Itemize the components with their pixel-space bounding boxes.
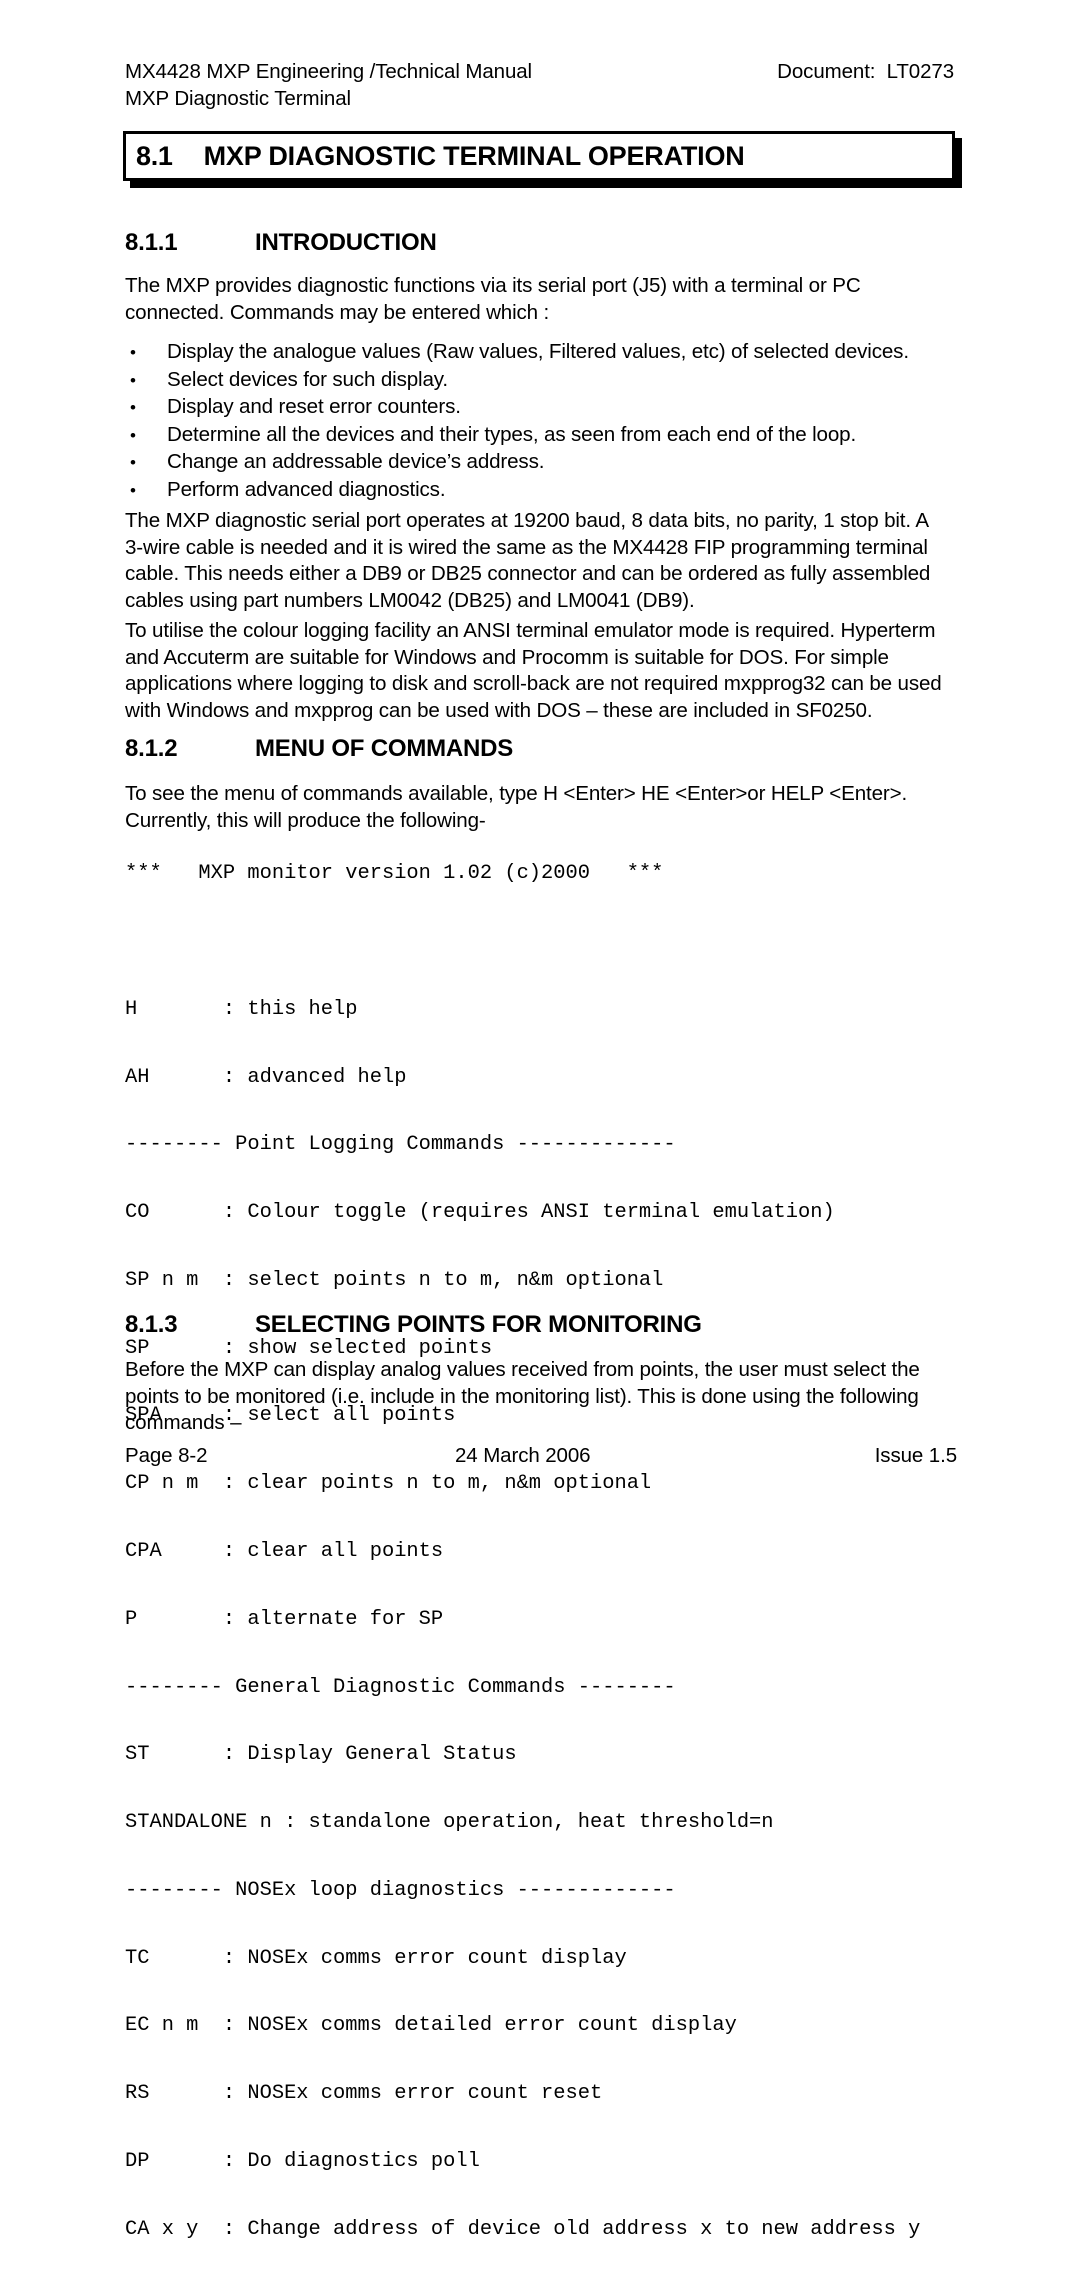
heading-introduction-number: 8.1.1 [125,229,178,256]
terminal-line: CP n m : clear points n to m, n&m option… [125,1472,652,1496]
terminal-line: EC n m : NOSEx comms detailed error coun… [125,2014,737,2038]
bullet-icon: • [130,425,136,445]
list-item: • Select devices for such display. [125,367,955,395]
header-document-number: Document: LT0273 [777,60,954,83]
bullet-icon: • [130,453,136,473]
terminal-line: -------- Point Logging Commands --------… [125,1133,676,1157]
footer-page-number: Page 8-2 [125,1444,208,1467]
banner-section-number: 8.1 [136,140,173,171]
header-manual-title: MX4428 MXP Engineering /Technical Manual [125,60,533,83]
terminal-line: RS : NOSEx comms error count reset [125,2082,603,2106]
document-footer: Page 8-2 24 March 2006 Issue 1.5 [125,1442,957,1469]
heading-menu-of-commands-number: 8.1.2 [125,735,178,762]
list-item-label: Display the analogue values (Raw values,… [167,340,909,363]
list-item-label: Select devices for such display. [167,367,448,391]
heading-introduction: 8.1.1 INTRODUCTION [125,231,437,255]
terminal-line: SP n m : select points n to m, n&m optio… [125,1268,664,1292]
list-item: • Display and reset error counters. [125,394,955,422]
list-item: • Perform advanced diagnostics. [125,477,955,505]
terminal-line: -------- General Diagnostic Commands ---… [125,1675,676,1699]
introduction-paragraph: The MXP provides diagnostic functions vi… [125,274,861,324]
terminal-line: CO : Colour toggle (requires ANSI termin… [125,1201,835,1225]
terminal-line: *** MXP monitor version 1.02 (c)2000 *** [125,862,664,886]
bullet-icon: • [130,343,136,362]
list-item-label: Perform advanced diagnostics. [167,477,446,501]
terminal-line: P : alternate for SP [125,1607,444,1631]
header-subtitle: MXP Diagnostic Terminal [125,87,351,110]
list-item: • Display the analogue values (Raw value… [125,339,955,367]
terminal-line: CPA : clear all points [125,1540,444,1563]
heading-menu-of-commands: 8.1.2 MENU OF COMMANDS [125,737,513,761]
heading-selecting-points: 8.1.3 SELECTING POINTS FOR MONITORING [125,1313,702,1337]
terminal-line: TC : NOSEx comms error count display [125,1946,627,1970]
footer-issue: Issue 1.5 [874,1444,957,1467]
list-item: • Determine all the devices and their ty… [125,422,955,450]
list-item-label: Display and reset error counters. [167,395,461,419]
list-item-label: Change an addressable device’s address. [167,450,545,474]
document-page: MX4428 MXP Engineering /Technical Manual… [0,0,1080,2240]
terminal-line: H : this help [125,997,358,1021]
footer-date: 24 March 2006 [455,1444,591,1467]
banner-section-title: MXP DIAGNOSTIC TERMINAL OPERATION [203,140,745,171]
bullet-icon: • [130,480,136,500]
header-top-row: MX4428 MXP Engineering /Technical Manual… [125,58,955,85]
introduction-paragraph-serial-port: The MXP diagnostic serial port operates … [125,509,931,612]
section-banner: 8.1 MXP DIAGNOSTIC TERMINAL OPERATION [123,131,962,188]
bullet-icon: • [130,370,136,390]
list-item: • Change an addressable device’s address… [125,449,955,477]
banner-box: 8.1 MXP DIAGNOSTIC TERMINAL OPERATION [123,131,955,181]
terminal-line: CA x y : Change address of device old ad… [125,2217,921,2241]
introduction-bullet-list: • Display the analogue values (Raw value… [125,339,955,505]
introduction-paragraph-colour-logging: To utilise the colour logging facility a… [125,619,942,722]
terminal-line: -------- NOSEx loop diagnostics --------… [125,1878,676,1902]
bullet-icon: • [130,398,136,418]
terminal-line: ST : Display General Status [125,1743,517,1767]
terminal-line: DP : Do diagnostics poll [125,2150,480,2174]
heading-menu-of-commands-title: MENU OF COMMANDS [255,735,514,762]
terminal-command-listing: *** MXP monitor version 1.02 (c)2000 ***… [125,818,920,2287]
list-item-label: Determine all the devices and their type… [167,422,857,446]
selecting-points-paragraph: Before the MXP can display analog values… [125,1358,920,1434]
terminal-line: AH : advanced help [125,1065,407,1089]
heading-selecting-points-title: SELECTING POINTS FOR MONITORING [255,1311,702,1338]
terminal-line: STANDALONE n : standalone operation, hea… [125,1811,774,1835]
heading-selecting-points-number: 8.1.3 [125,1311,178,1338]
heading-introduction-title: INTRODUCTION [255,229,437,256]
document-header: MX4428 MXP Engineering /Technical Manual… [125,58,955,112]
